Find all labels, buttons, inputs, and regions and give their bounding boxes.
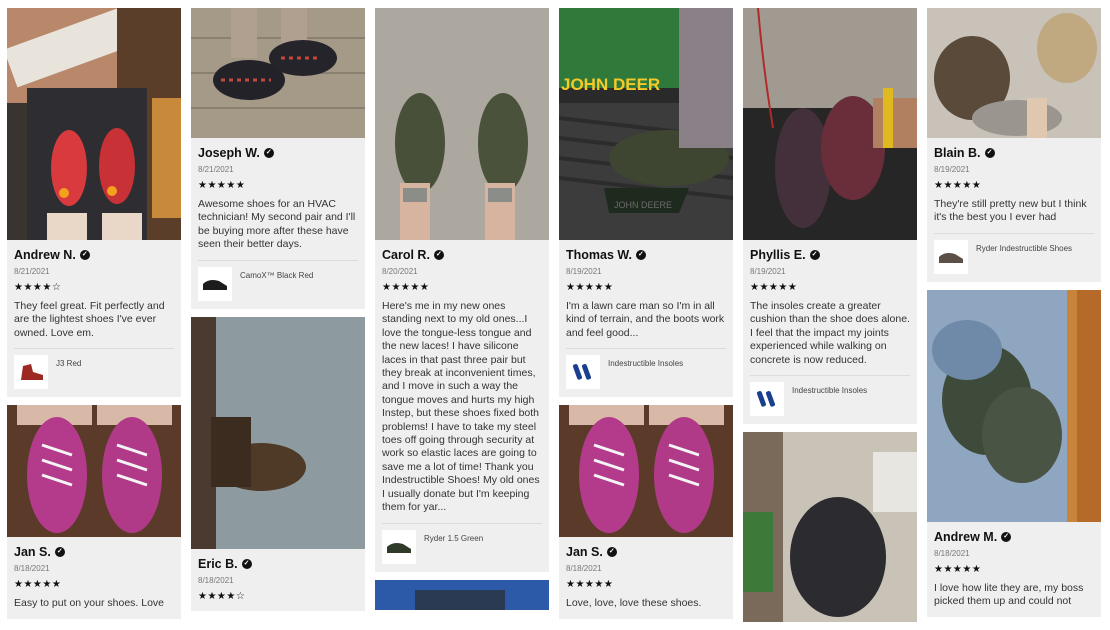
review-photo[interactable] (559, 405, 733, 538)
product-thumbnail[interactable] (934, 239, 968, 274)
review-text: Here's me in my new ones standing next t… (382, 300, 540, 514)
product-link[interactable]: Indestructible Insoles (750, 375, 910, 417)
product-link[interactable]: J3 Red (14, 348, 174, 390)
review-date: 8/19/2021 (750, 267, 786, 276)
check-circle-icon: ✓ (809, 250, 820, 260)
star-rating: ★★★★★ (198, 180, 246, 191)
review-date: 8/18/2021 (14, 564, 50, 574)
reviewer-name: Andrew M. ✓ (934, 530, 1094, 544)
star-rating: ★★★★★ (750, 282, 798, 293)
reviewer-name: Phyllis E. ✓ (750, 248, 910, 262)
check-circle-icon: ✓ (984, 148, 995, 158)
star-rating: ★★★★★ (566, 579, 614, 591)
review-date: 8/21/2021 (14, 267, 50, 276)
check-circle-icon: ✓ (635, 250, 646, 260)
review-photo[interactable] (743, 432, 917, 623)
review-card[interactable] (375, 579, 549, 610)
review-text: The insoles create a greater cushion tha… (750, 300, 910, 366)
reviewer-name: Eric B. ✓ (198, 557, 358, 571)
check-circle-icon: ✓ (433, 250, 444, 260)
star-rating: ★★★★☆ (198, 590, 246, 602)
product-name[interactable]: CamoX™ Black Red (240, 271, 313, 280)
review-photo[interactable] (7, 405, 181, 538)
star-rating: ★★★★★ (14, 579, 62, 591)
product-name[interactable]: Indestructible Insoles (608, 359, 683, 368)
star-rating: ★★★★★ (934, 563, 982, 575)
review-card[interactable]: Jan S. ✓ 8/18/2021 ★★★★★ Easy to put on y… (7, 405, 181, 619)
reviewer-name: Jan S. ✓ (566, 545, 726, 559)
product-thumbnail[interactable] (566, 355, 600, 390)
review-photo[interactable] (743, 8, 917, 240)
product-name[interactable]: Ryder 1.5 Green (424, 534, 483, 543)
review-card[interactable] (743, 432, 917, 623)
reviewer-name: Andrew N. ✓ (14, 248, 174, 262)
check-circle-icon: ✓ (606, 547, 617, 558)
product-link[interactable]: Ryder 1.5 Green (382, 522, 542, 564)
check-circle-icon: ✓ (241, 558, 252, 569)
review-column-4: JOHN DEER JOHN DEERE Thomas W. ✓ 8/19/202… (559, 8, 733, 627)
review-card[interactable]: Joseph W. ✓ 8/21/2021 ★★★★★ Awesome shoes… (191, 8, 365, 309)
review-text: Awesome shoes for an HVAC technician! My… (198, 198, 356, 251)
product-link[interactable]: CamoX™ Black Red (198, 259, 358, 301)
review-card[interactable]: Blain B. ✓ 8/19/2021 ★★★★★ They're still … (927, 8, 1101, 282)
deere-top-text: JOHN DEER (561, 75, 660, 94)
review-photo[interactable] (375, 579, 549, 610)
review-card[interactable]: Eric B. ✓ 8/18/2021 ★★★★☆ (191, 316, 365, 611)
review-photo[interactable] (375, 8, 549, 240)
review-date: 8/21/2021 (198, 165, 234, 174)
review-photo[interactable] (7, 8, 181, 240)
review-date: 8/20/2021 (382, 267, 418, 276)
review-card[interactable]: Jan S. ✓ 8/18/2021 ★★★★★ Love, love, love… (559, 405, 733, 619)
review-photo[interactable] (191, 8, 365, 138)
review-card[interactable]: Carol R. ✓ 8/20/2021 ★★★★★ Here's me in m… (375, 8, 549, 572)
review-date: 8/19/2021 (934, 165, 970, 174)
star-rating: ★★★★★ (382, 282, 430, 293)
review-photo[interactable] (927, 289, 1101, 522)
review-column-6: Blain B. ✓ 8/19/2021 ★★★★★ They're still … (927, 8, 1101, 625)
reviewer-name: Joseph W. ✓ (198, 146, 358, 160)
check-circle-icon: ✓ (1001, 531, 1012, 542)
review-column-2: Joseph W. ✓ 8/21/2021 ★★★★★ Awesome shoes… (191, 8, 365, 619)
star-rating: ★★★★★ (934, 180, 982, 191)
review-text: They're still pretty new but I think it'… (934, 198, 1087, 224)
product-link[interactable]: Ryder Indestructible Shoes (934, 232, 1094, 274)
check-circle-icon: ✓ (79, 250, 90, 260)
review-card[interactable]: Andrew M. ✓ 8/18/2021 ★★★★★ I love how li… (927, 289, 1101, 617)
product-name[interactable]: Ryder Indestructible Shoes (976, 244, 1072, 253)
star-rating: ★★★★☆ (14, 282, 62, 293)
review-date: 8/18/2021 (198, 575, 234, 585)
product-thumbnail[interactable] (750, 382, 784, 417)
review-text: They feel great. Fit perfectly and are t… (14, 300, 165, 339)
reviewer-name: Thomas W. ✓ (566, 248, 726, 262)
review-column-3: Carol R. ✓ 8/20/2021 ★★★★★ Here's me in m… (375, 8, 549, 618)
review-photo[interactable]: JOHN DEER JOHN DEERE (559, 8, 733, 240)
review-card[interactable]: Andrew N. ✓ 8/21/2021 ★★★★☆ They feel gre… (7, 8, 181, 398)
review-photo[interactable] (927, 8, 1101, 138)
product-link[interactable]: Indestructible Insoles (566, 348, 726, 390)
review-text: Easy to put on your shoes. Love (14, 597, 165, 610)
review-date: 8/18/2021 (566, 564, 602, 574)
product-thumbnail[interactable] (198, 266, 232, 301)
reviewer-name: Jan S. ✓ (14, 545, 174, 559)
review-photo[interactable] (191, 316, 365, 549)
product-thumbnail[interactable] (14, 355, 48, 390)
review-column-1: Andrew N. ✓ 8/21/2021 ★★★★☆ They feel gre… (7, 8, 181, 627)
check-circle-icon: ✓ (263, 148, 274, 158)
deere-mat-text: JOHN DEERE (614, 200, 672, 210)
review-card[interactable]: JOHN DEER JOHN DEERE Thomas W. ✓ 8/19/202… (559, 8, 733, 398)
review-date: 8/18/2021 (934, 548, 970, 558)
product-name[interactable]: J3 Red (56, 359, 81, 368)
review-text: I love how lite they are, my boss picked… (934, 581, 1084, 608)
reviewer-name: Carol R. ✓ (382, 248, 542, 262)
reviewer-name: Blain B. ✓ (934, 146, 1094, 160)
check-circle-icon: ✓ (54, 547, 65, 558)
review-card[interactable]: Phyllis E. ✓ 8/19/2021 ★★★★★ The insoles … (743, 8, 917, 425)
review-text: I'm a lawn care man so I'm in all kind o… (566, 300, 725, 339)
star-rating: ★★★★★ (566, 282, 614, 293)
review-date: 8/19/2021 (566, 267, 602, 276)
review-text: Love, love, love these shoes. (566, 597, 702, 610)
product-thumbnail[interactable] (382, 529, 416, 564)
product-name[interactable]: Indestructible Insoles (792, 386, 867, 395)
review-column-5: Phyllis E. ✓ 8/19/2021 ★★★★★ The insoles … (743, 8, 917, 630)
